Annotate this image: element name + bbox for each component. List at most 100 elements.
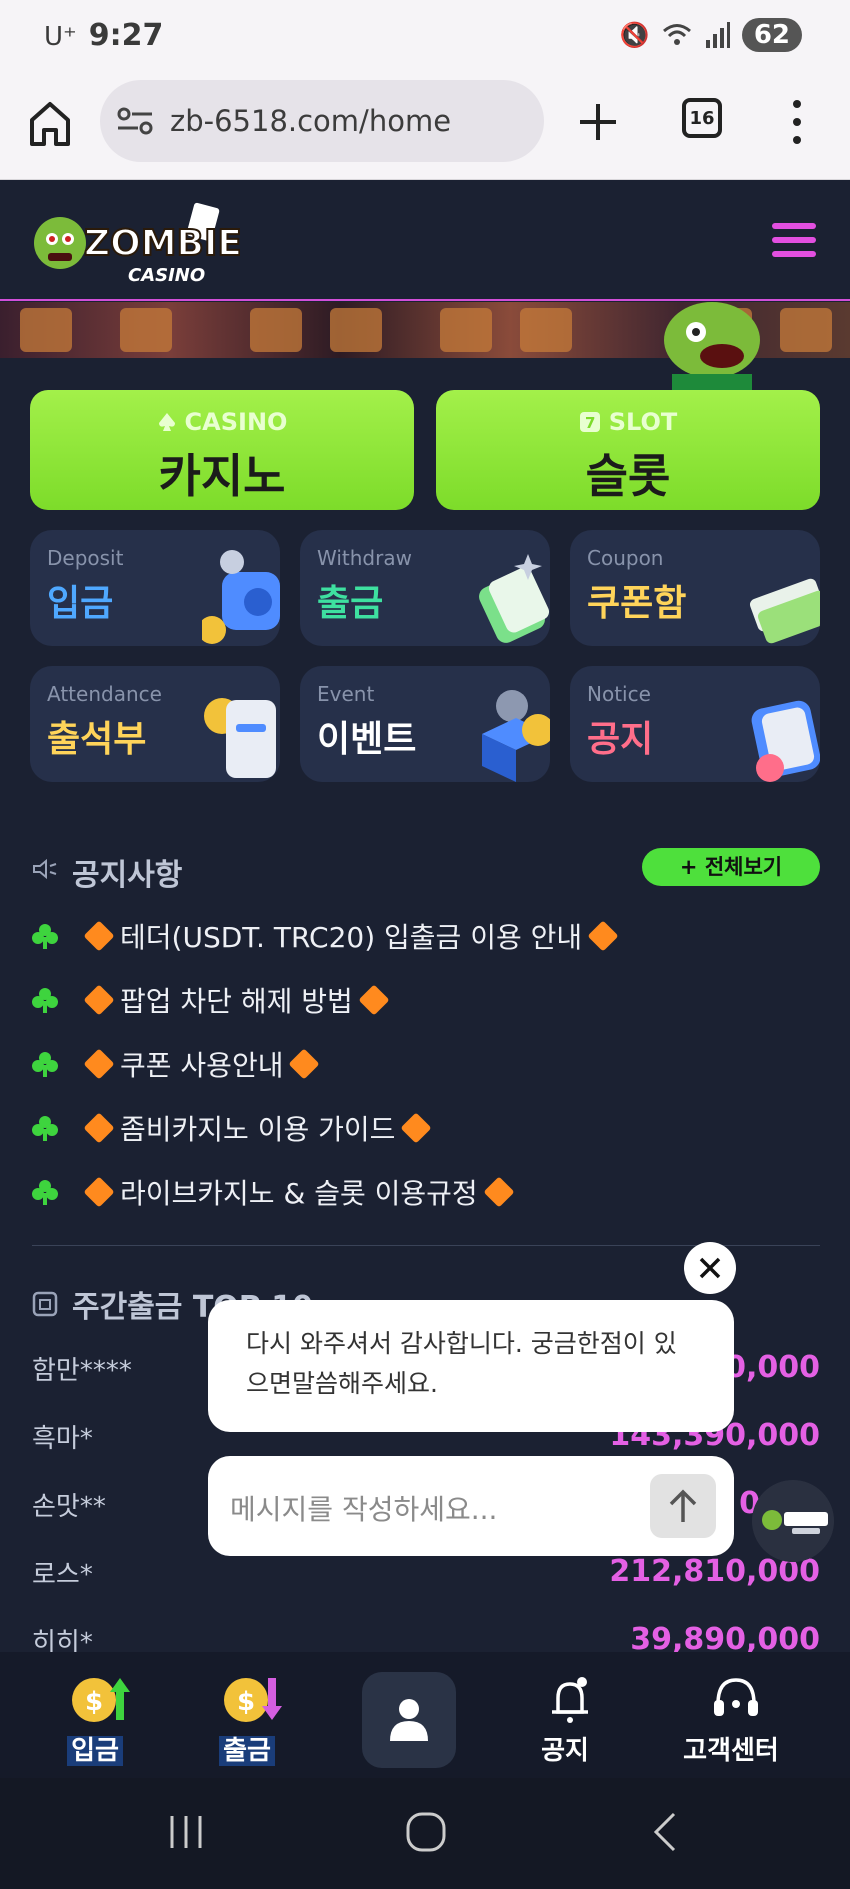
coin-up-arrow-icon: $ bbox=[72, 1678, 130, 1722]
url-text[interactable]: zb-6518.com/home bbox=[170, 104, 451, 138]
receipt-icon bbox=[32, 1291, 58, 1317]
notice-item-text: 팝업 차단 해제 방법 bbox=[78, 980, 395, 1020]
orange-diamond-icon bbox=[358, 984, 390, 1016]
notice-item-text: 라이브카지노 & 슬롯 이용규정 bbox=[78, 1172, 520, 1212]
logo-subtext: CASINO bbox=[128, 265, 205, 286]
chat-input-placeholder[interactable]: 메시지를 작성하세요... bbox=[230, 1488, 497, 1528]
casino-button[interactable]: CASINO 카지노 bbox=[30, 390, 414, 510]
mute-icon: 🔇 bbox=[619, 21, 650, 49]
svg-text:$: $ bbox=[85, 1687, 103, 1717]
nav-support[interactable]: 고객센터 bbox=[656, 1652, 806, 1778]
cash-stack-icon bbox=[479, 554, 550, 643]
logo-text: ZOMBIE bbox=[84, 223, 240, 264]
event-card[interactable]: Event 이벤트 bbox=[300, 666, 550, 782]
withdraw-card[interactable]: Withdraw 출금 bbox=[300, 530, 550, 646]
club-icon bbox=[32, 1116, 58, 1141]
orange-diamond-icon bbox=[83, 1112, 115, 1144]
rank-name: 로스* bbox=[32, 1560, 93, 1590]
arrow-up-icon bbox=[669, 1489, 697, 1522]
nav-notice[interactable]: 공지 bbox=[490, 1652, 640, 1778]
notice-item[interactable]: 좀비카지노 이용 가이드 bbox=[32, 1106, 812, 1150]
notice-title: 공지사항 bbox=[72, 858, 183, 893]
notice-item[interactable]: 쿠폰 사용안내 bbox=[32, 1042, 812, 1086]
notice-label: 좀비카지노 이용 가이드 bbox=[120, 1113, 396, 1146]
card-ko-label: 쿠폰함 bbox=[587, 583, 687, 624]
more-options-icon[interactable] bbox=[790, 98, 804, 146]
notice-item-text: 쿠폰 사용안내 bbox=[78, 1044, 325, 1084]
zombie-casino-logo[interactable]: ZOMBIE CASINO bbox=[30, 199, 240, 291]
system-navigation-bar bbox=[0, 1778, 850, 1889]
status-icons: 🔇 62 bbox=[620, 18, 802, 52]
card-en-label: Deposit bbox=[47, 546, 124, 570]
casino-sub-label: CASINO bbox=[184, 408, 288, 436]
notice-item[interactable]: 라이브카지노 & 슬롯 이용규정 bbox=[32, 1170, 812, 1214]
wifi-icon bbox=[662, 24, 691, 45]
notice-item-text: 좀비카지노 이용 가이드 bbox=[78, 1108, 437, 1148]
gift-box-icon bbox=[482, 690, 550, 782]
notice-item-text: 테더(USDT. TRC20) 입출금 이용 안내 bbox=[78, 916, 624, 956]
card-ko-label: 출석부 bbox=[47, 719, 147, 760]
card-en-label: Attendance bbox=[47, 682, 162, 706]
slot-label: 슬롯 bbox=[585, 449, 671, 503]
slot-sub-label: SLOT bbox=[608, 408, 678, 436]
floating-chat-logo[interactable] bbox=[752, 1480, 834, 1562]
notice-item[interactable]: 팝업 차단 해제 방법 bbox=[32, 978, 812, 1022]
slot-seven-icon: 7 bbox=[579, 412, 600, 432]
club-icon bbox=[32, 924, 58, 949]
bottom-navigation: $ 입금 $ 출금 공지 고객센터 bbox=[0, 1652, 850, 1778]
slot-sub: 7 SLOT bbox=[436, 408, 820, 436]
orange-diamond-icon bbox=[83, 984, 115, 1016]
casino-sub: CASINO bbox=[30, 408, 414, 436]
coin-calendar-icon bbox=[204, 698, 276, 778]
coupon-card[interactable]: Coupon 쿠폰함 bbox=[570, 530, 820, 646]
zombie-mascot-image bbox=[664, 302, 760, 392]
card-en-label: Event bbox=[317, 682, 375, 706]
notice-label: 라이브카지노 & 슬롯 이용규정 bbox=[120, 1177, 478, 1210]
send-button[interactable] bbox=[650, 1474, 716, 1538]
status-bar: U⁺ 9:27 🔇 62 bbox=[0, 0, 850, 74]
site-header: ZOMBIE CASINO bbox=[0, 181, 850, 301]
chat-close-button[interactable] bbox=[684, 1242, 736, 1294]
new-tab-icon[interactable] bbox=[574, 98, 622, 146]
nav-deposit-text: 입금 bbox=[67, 1736, 123, 1766]
card-en-label: Coupon bbox=[587, 546, 664, 570]
chat-input-box[interactable]: 메시지를 작성하세요... bbox=[208, 1456, 734, 1556]
tab-switcher-button[interactable]: 16 bbox=[682, 98, 722, 138]
notice-label: 팝업 차단 해제 방법 bbox=[120, 985, 353, 1018]
attendance-card[interactable]: Attendance 출석부 bbox=[30, 666, 280, 782]
notice-label: 테더(USDT. TRC20) 입출금 이용 안내 bbox=[120, 921, 583, 954]
clock: 9:27 bbox=[88, 18, 164, 53]
deposit-card[interactable]: Deposit 입금 bbox=[30, 530, 280, 646]
rank-name: 흑마* bbox=[32, 1424, 93, 1454]
nav-deposit[interactable]: $ 입금 bbox=[20, 1652, 170, 1778]
nav-support-label: 고객센터 bbox=[683, 1736, 779, 1766]
battery-indicator: 62 bbox=[741, 18, 802, 52]
signal-icon bbox=[705, 22, 730, 48]
recent-apps-icon[interactable] bbox=[162, 1810, 210, 1854]
slot-button[interactable]: 7 SLOT 슬롯 bbox=[436, 390, 820, 510]
orange-diamond-icon bbox=[83, 1176, 115, 1208]
back-icon[interactable] bbox=[642, 1810, 690, 1854]
bell-icon bbox=[552, 1677, 588, 1723]
menu-hamburger-icon[interactable] bbox=[772, 223, 816, 259]
orange-diamond-icon bbox=[83, 920, 115, 952]
orange-diamond-icon bbox=[83, 1048, 115, 1080]
orange-diamond-icon bbox=[483, 1176, 515, 1208]
card-ko-label: 입금 bbox=[47, 583, 114, 624]
site-settings-icon[interactable] bbox=[116, 106, 156, 136]
notice-item[interactable]: 테더(USDT. TRC20) 입출금 이용 안내 bbox=[32, 914, 812, 958]
carrier: U⁺ bbox=[44, 22, 77, 52]
profile-button[interactable] bbox=[362, 1672, 456, 1768]
view-all-button[interactable]: + 전체보기 bbox=[642, 848, 820, 886]
notice-card[interactable]: Notice 공지 bbox=[570, 666, 820, 782]
home-icon[interactable] bbox=[28, 98, 72, 148]
notice-section-header: 공지사항 + 전체보기 bbox=[32, 848, 820, 893]
home-system-icon[interactable] bbox=[402, 1810, 450, 1854]
nav-withdraw[interactable]: $ 출금 bbox=[172, 1652, 322, 1778]
headset-icon bbox=[714, 1678, 758, 1716]
speaker-icon bbox=[33, 858, 57, 880]
address-bar[interactable]: zb-6518.com/home bbox=[100, 80, 544, 162]
nav-deposit-label: 입금 bbox=[20, 1730, 170, 1767]
card-en-label: Notice bbox=[587, 682, 651, 706]
page: U⁺ 9:27 🔇 62 zb-6518.com/home 16 ZOMBIE C… bbox=[0, 0, 850, 1889]
